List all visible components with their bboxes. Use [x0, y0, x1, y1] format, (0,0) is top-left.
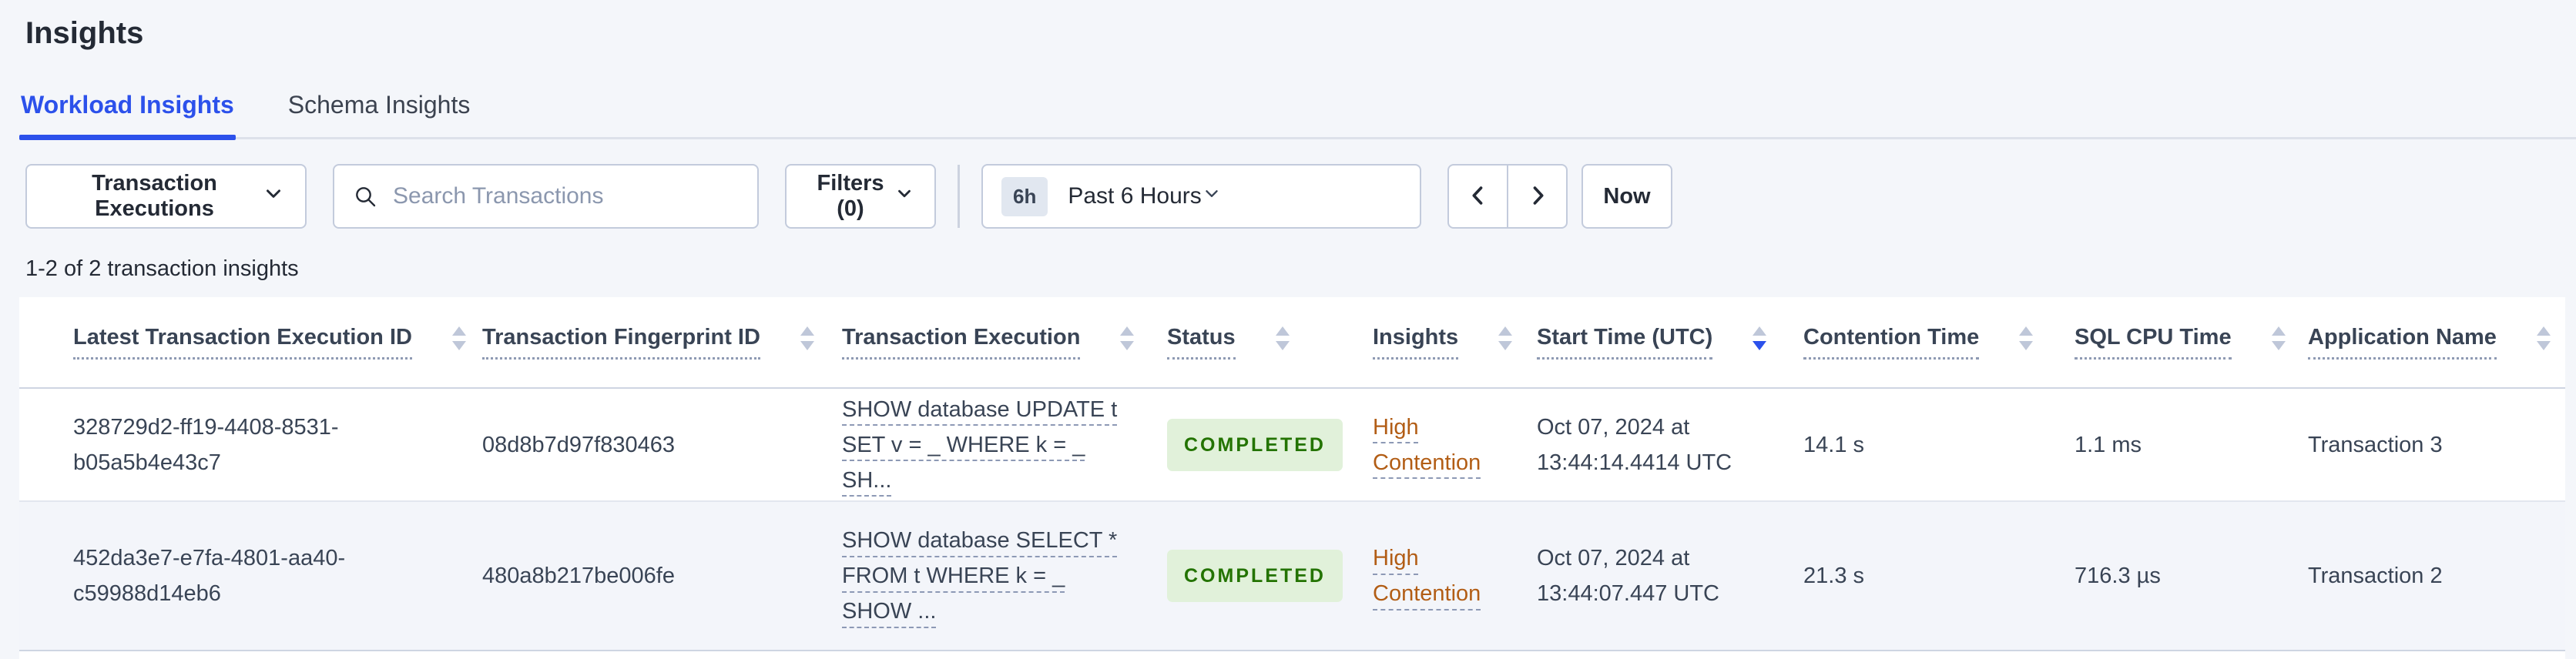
execution-type-label: Transaction Executions [92, 171, 217, 221]
search-box [333, 164, 759, 229]
sort-icons [452, 326, 467, 350]
time-window-badge: 6h [1001, 176, 1048, 216]
column-header-contention-time[interactable]: Contention Time [1803, 297, 2074, 389]
insights-table-card: Latest Transaction Execution ID Transact… [19, 297, 2565, 659]
column-header-start-time[interactable]: Start Time (UTC) [1536, 297, 1803, 389]
application-name: Transaction 2 [2308, 564, 2443, 588]
sort-icons [800, 326, 814, 350]
search-input[interactable] [333, 164, 759, 229]
now-button[interactable]: Now [1581, 164, 1672, 229]
sort-icons [2019, 326, 2034, 350]
sql-cpu-time: 1.1 ms [2075, 432, 2142, 457]
results-count: 1-2 of 2 transaction insights [25, 256, 299, 281]
time-range-label: Past 6 Hours [1068, 183, 1202, 209]
column-header-status[interactable]: Status [1166, 297, 1372, 389]
chevron-down-icon [262, 182, 285, 211]
transaction-execution-link[interactable]: SHOW database UPDATE t SET v = _ WHERE k… [842, 392, 1129, 498]
application-name: Transaction 3 [2308, 432, 2443, 457]
chevron-down-icon [894, 183, 914, 209]
transaction-execution-link[interactable]: SHOW database SELECT * FROM t WHERE k = … [842, 523, 1129, 629]
time-next-button[interactable] [1507, 164, 1568, 229]
chevron-right-icon [1524, 182, 1551, 211]
insight-high-contention-link[interactable]: High Contention [1373, 410, 1500, 480]
toolbar-divider [958, 165, 960, 228]
status-badge: COMPLETED [1167, 418, 1343, 471]
table-header-row: Latest Transaction Execution ID Transact… [19, 297, 2565, 389]
execution-type-select[interactable]: Transaction Executions [25, 164, 307, 229]
sort-icons-active-desc [1753, 326, 1767, 350]
contention-time: 14.1 s [1803, 432, 1864, 457]
execution-id: 452da3e7-e7fa-4801-aa40-c59988d14eb6 [73, 546, 346, 606]
sort-icons [1275, 326, 1290, 350]
fingerprint-id: 08d8b7d97f830463 [482, 432, 675, 457]
tab-workload-insights[interactable]: Workload Insights [19, 91, 236, 140]
column-header-latest-transaction-execution-id[interactable]: Latest Transaction Execution ID [19, 297, 481, 389]
sort-icons [1498, 326, 1513, 350]
table-row: 328729d2-ff19-4408-8531-b05a5b4e43c7 08d… [19, 388, 2565, 501]
tab-schema-insights[interactable]: Schema Insights [287, 91, 472, 137]
execution-id: 328729d2-ff19-4408-8531-b05a5b4e43c7 [73, 414, 339, 475]
insight-high-contention-link[interactable]: High Contention [1373, 540, 1500, 611]
contention-time: 21.3 s [1803, 564, 1864, 588]
time-range-pager [1447, 164, 1568, 229]
sql-cpu-time: 716.3 µs [2075, 564, 2161, 588]
filters-button[interactable]: Filters (0) [785, 164, 936, 229]
column-header-transaction-execution[interactable]: Transaction Execution [841, 297, 1166, 389]
sort-icons [2537, 326, 2551, 350]
time-prev-button[interactable] [1447, 164, 1508, 229]
chevron-left-icon [1465, 182, 1491, 211]
sort-icons [1120, 326, 1135, 350]
column-header-transaction-fingerprint-id[interactable]: Transaction Fingerprint ID [481, 297, 841, 389]
start-time: Oct 07, 2024 at 13:44:07.447 UTC [1537, 546, 1719, 606]
status-badge: COMPLETED [1167, 550, 1343, 602]
chevron-down-icon [1202, 183, 1222, 209]
start-time: Oct 07, 2024 at 13:44:14.4414 UTC [1537, 414, 1732, 475]
column-header-insights[interactable]: Insights [1372, 297, 1536, 389]
toolbar: Transaction Executions Filters (0) 6h Pa… [25, 164, 2576, 229]
column-header-sql-cpu-time[interactable]: SQL CPU Time [2074, 297, 2307, 389]
table-row: 452da3e7-e7fa-4801-aa40-c59988d14eb6 480… [19, 500, 2565, 651]
page-title: Insights [25, 16, 144, 50]
transaction-insights-table: Latest Transaction Execution ID Transact… [19, 297, 2565, 651]
time-range-picker[interactable]: 6h Past 6 Hours [981, 164, 1421, 229]
fingerprint-id: 480a8b217be006fe [482, 564, 675, 588]
filters-label: Filters (0) [817, 171, 884, 221]
sort-icons [2271, 326, 2286, 350]
column-header-application-name[interactable]: Application Name [2307, 297, 2565, 389]
tab-bar: Workload Insights Schema Insights [19, 91, 2576, 140]
insights-page: Insights Workload Insights Schema Insigh… [0, 0, 2576, 659]
